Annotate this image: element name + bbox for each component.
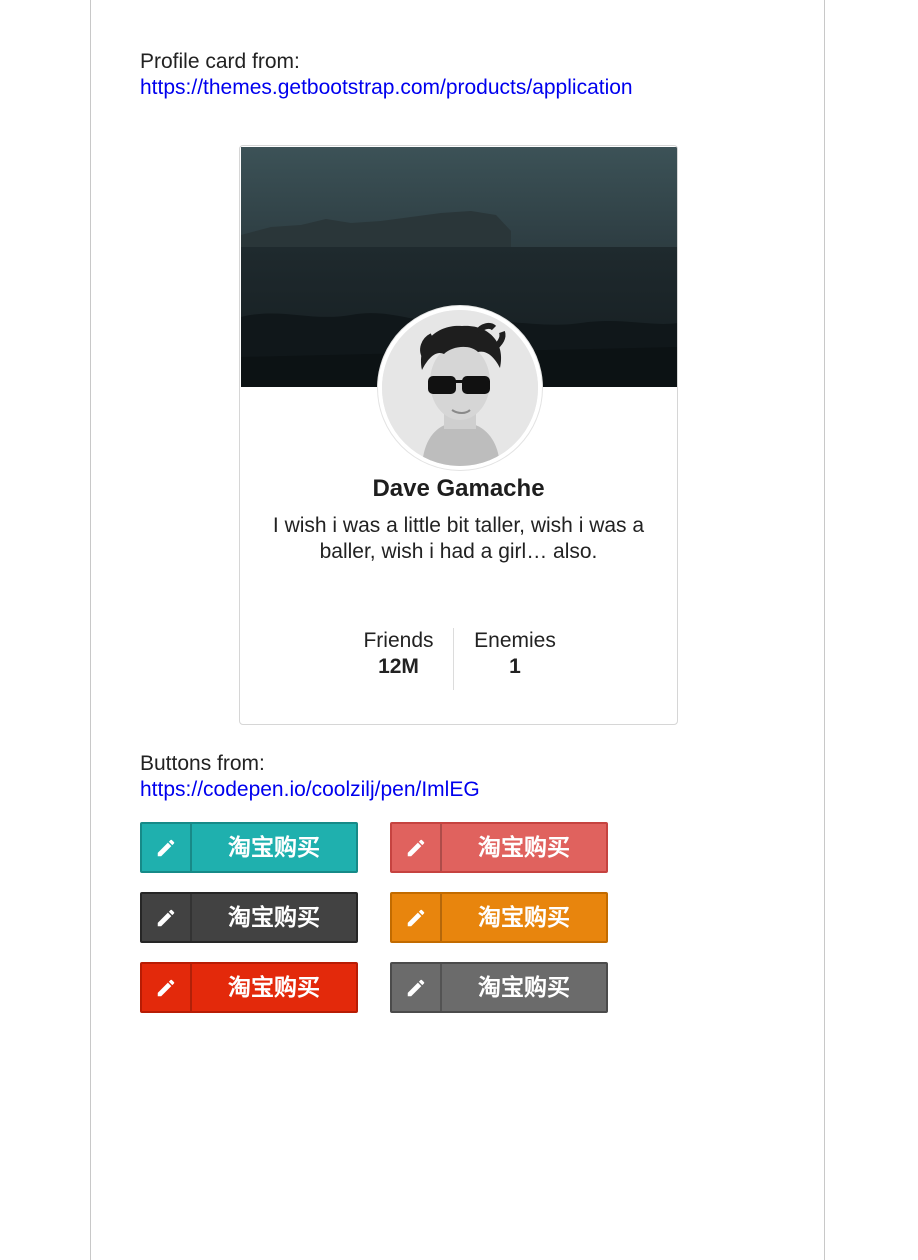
buttons-credit-label: Buttons from: [140, 752, 265, 775]
taobao-buy-button-gray[interactable]: 淘宝购买 [390, 962, 608, 1013]
pencil-icon [142, 964, 192, 1011]
button-label: 淘宝购买 [228, 834, 320, 861]
profile-card-credit: Profile card from: https://themes.getboo… [140, 49, 633, 101]
button-label: 淘宝购买 [478, 834, 570, 861]
pencil-icon [142, 894, 192, 941]
stat-label: Friends [363, 629, 434, 652]
button-label: 淘宝购买 [228, 904, 320, 931]
stat-enemies[interactable]: Enemies 1 [465, 628, 565, 680]
taobao-buy-button-orange[interactable]: 淘宝购买 [390, 892, 608, 943]
taobao-buy-button-red[interactable]: 淘宝购买 [140, 962, 358, 1013]
pencil-icon [392, 824, 442, 871]
buttons-credit: Buttons from: https://codepen.io/coolzil… [140, 751, 480, 803]
profile-name: Dave Gamache [372, 475, 545, 502]
taobao-buy-button-teal[interactable]: 淘宝购买 [140, 822, 358, 873]
avatar [378, 306, 542, 470]
taobao-buy-button-salmon[interactable]: 淘宝购买 [390, 822, 608, 873]
button-label: 淘宝购买 [478, 974, 570, 1001]
stat-friends[interactable]: Friends 12M [350, 628, 447, 680]
stat-label: Enemies [474, 629, 556, 652]
pencil-icon [142, 824, 192, 871]
profile-card-credit-label: Profile card from: [140, 50, 300, 73]
pencil-icon [392, 894, 442, 941]
taobao-buy-button-dark[interactable]: 淘宝购买 [140, 892, 358, 943]
page-container: Profile card from: https://themes.getboo… [90, 0, 825, 1260]
profile-card-credit-link[interactable]: https://themes.getbootstrap.com/products… [140, 75, 633, 101]
profile-card: Dave Gamache I wish i was a little bit t… [239, 145, 678, 725]
stats-divider [453, 628, 454, 690]
pencil-icon [392, 964, 442, 1011]
profile-stats: Friends 12M Enemies 1 [240, 628, 677, 690]
button-label: 淘宝购买 [478, 904, 570, 931]
stat-value: 12M [378, 655, 419, 678]
buttons-credit-link[interactable]: https://codepen.io/coolzilj/pen/ImlEG [140, 777, 480, 803]
stat-value: 1 [509, 655, 521, 678]
button-label: 淘宝购买 [228, 974, 320, 1001]
profile-bio: I wish i was a little bit taller, wish i… [272, 514, 645, 563]
